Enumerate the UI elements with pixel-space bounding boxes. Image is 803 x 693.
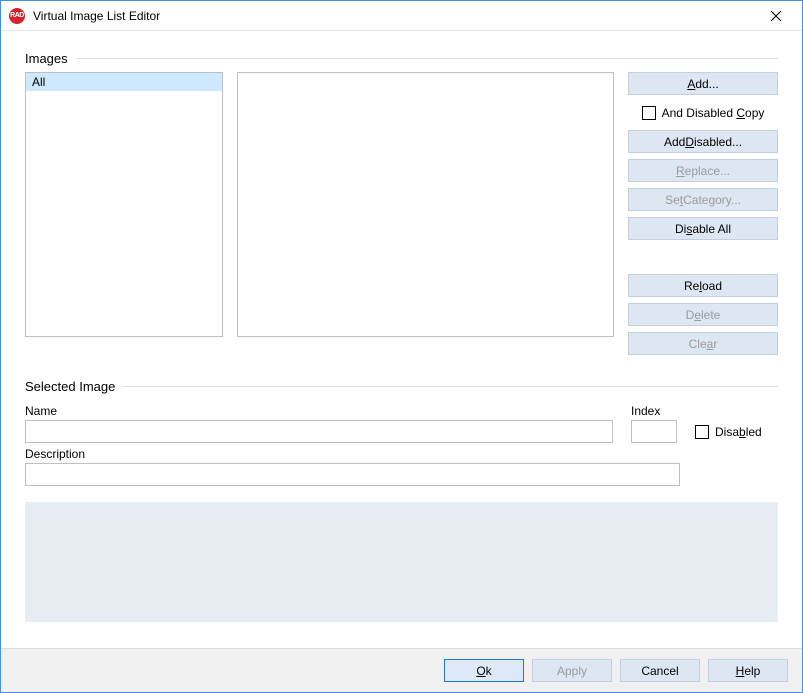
images-row: All Add... And Disabled Copy Add Disable… — [25, 72, 778, 355]
add-button[interactable]: Add... — [628, 72, 778, 95]
replace-button[interactable]: Replace... — [628, 159, 778, 182]
images-group-label: Images — [25, 51, 68, 66]
reload-button[interactable]: Reload — [628, 274, 778, 297]
and-disabled-copy-label: And Disabled Copy — [662, 106, 765, 120]
cancel-button[interactable]: Cancel — [620, 659, 700, 682]
window: RAD Virtual Image List Editor Images All… — [0, 0, 803, 693]
set-category-button[interactable]: Set Category... — [628, 188, 778, 211]
images-group-header: Images — [25, 51, 778, 66]
description-input[interactable] — [25, 463, 680, 486]
index-label: Index — [631, 404, 677, 418]
and-disabled-copy-checkbox[interactable] — [642, 106, 656, 120]
image-preview-panel[interactable] — [237, 72, 614, 337]
close-button[interactable] — [756, 2, 796, 30]
help-button[interactable]: Help — [708, 659, 788, 682]
dialog-body: Images All Add... And Disabled Copy Add … — [1, 31, 802, 648]
dialog-footer: Ok Apply Cancel Help — [1, 648, 802, 692]
close-icon — [771, 11, 781, 21]
selected-image-group-header: Selected Image — [25, 379, 778, 394]
titlebar: RAD Virtual Image List Editor — [1, 1, 802, 31]
disabled-label: Disabled — [715, 425, 762, 439]
category-listbox[interactable]: All — [25, 72, 223, 337]
name-label: Name — [25, 404, 613, 418]
preview-area — [25, 502, 778, 622]
ok-button[interactable]: Ok — [444, 659, 524, 682]
add-disabled-button[interactable]: Add Disabled... — [628, 130, 778, 153]
name-input[interactable] — [25, 420, 613, 443]
description-label: Description — [25, 447, 680, 461]
apply-button[interactable]: Apply — [532, 659, 612, 682]
clear-button[interactable]: Clear — [628, 332, 778, 355]
window-title: Virtual Image List Editor — [33, 9, 160, 23]
index-input[interactable] — [631, 420, 677, 443]
app-icon: RAD — [9, 8, 25, 24]
and-disabled-copy-row[interactable]: And Disabled Copy — [628, 101, 778, 124]
selected-image-section: Selected Image Name Index Disabled D — [25, 379, 778, 622]
button-column: Add... And Disabled Copy Add Disabled...… — [628, 72, 778, 355]
disabled-checkbox[interactable] — [695, 425, 709, 439]
delete-button[interactable]: Delete — [628, 303, 778, 326]
list-item[interactable]: All — [26, 73, 222, 91]
selected-image-group-label: Selected Image — [25, 379, 115, 394]
disable-all-button[interactable]: Disable All — [628, 217, 778, 240]
